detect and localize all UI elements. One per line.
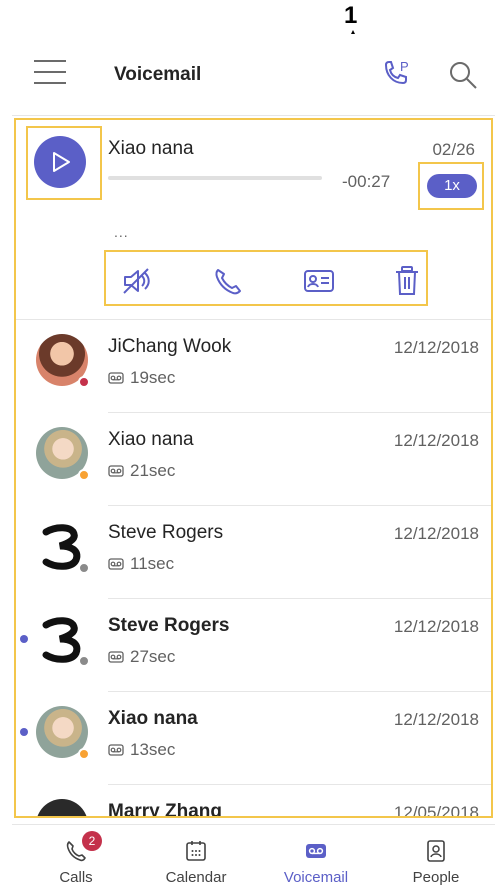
hamburger-icon[interactable]: [34, 60, 66, 86]
nav-calls[interactable]: 2 Calls: [16, 825, 136, 894]
duration-text: 13sec: [130, 740, 176, 759]
app-window: Voicemail P Xiao nana 02/26 -00:27 1x ..…: [12, 34, 495, 894]
more-ellipsis[interactable]: ...: [114, 224, 129, 240]
caller-name: Xiao nana: [108, 429, 194, 450]
voicemail-date: 12/12/2018: [393, 617, 479, 636]
caller-name: Xiao nana: [108, 708, 198, 729]
duration-text: 21sec: [130, 461, 176, 480]
voicemail-date: 12/05/2018: [393, 803, 479, 818]
duration-text: 11sec: [130, 554, 175, 573]
app-header: Voicemail P: [12, 34, 495, 116]
voicemail-duration: 21sec: [108, 461, 175, 482]
voicemail-duration: 13sec: [108, 740, 175, 761]
voicemail-date: 02/26: [432, 140, 475, 159]
list-item[interactable]: Xiao nana 12/12/2018 21sec: [16, 413, 491, 506]
voicemail-icon: [108, 648, 124, 668]
voicemail-icon: [108, 555, 124, 575]
avatar: [36, 799, 88, 816]
status-away-dot: [78, 748, 90, 760]
nav-label: Calendar: [165, 869, 227, 886]
speaker-muted-icon[interactable]: [120, 264, 154, 298]
voicemail-expanded-item[interactable]: Xiao nana 02/26 -00:27 1x ...: [16, 120, 491, 320]
voicemail-icon: [108, 369, 124, 389]
list-item[interactable]: Marry Zhang 12/05/2018: [16, 785, 491, 818]
voicemail-date: 12/12/2018: [393, 710, 479, 729]
phone-icon[interactable]: [210, 264, 244, 298]
voicemail-date: 12/12/2018: [393, 338, 479, 357]
voicemail-duration: 11sec: [108, 554, 174, 575]
voicemail-duration: 27sec: [108, 647, 175, 668]
status-away-dot: [78, 469, 90, 481]
svg-text:P: P: [400, 59, 409, 74]
duration-text: 27sec: [130, 647, 176, 666]
status-busy-dot: [78, 376, 90, 388]
voicemail-caller-name: Xiao nana: [108, 138, 194, 159]
unread-indicator: [20, 635, 28, 643]
nav-label: People: [412, 869, 460, 886]
voicemail-duration: 19sec: [108, 368, 175, 389]
calls-badge: 2: [82, 831, 102, 851]
voicemail-icon: [108, 462, 124, 482]
caller-name: Steve Rogers: [108, 522, 224, 543]
voicemail-date: 12/12/2018: [393, 524, 479, 543]
delete-icon[interactable]: [390, 264, 424, 298]
voicemail-list-region: Xiao nana 02/26 -00:27 1x ... JiChang Wo…: [14, 118, 493, 818]
voicemail-icon: [304, 839, 328, 863]
status-offline-dot: [78, 562, 90, 574]
search-icon[interactable]: [448, 60, 478, 95]
list-item[interactable]: Xiao nana 12/12/2018 13sec: [16, 692, 491, 785]
nav-label: Voicemail: [283, 869, 349, 886]
page-title: Voicemail: [114, 64, 202, 85]
nav-label: Calls: [59, 869, 93, 886]
play-icon: [53, 152, 70, 172]
nav-calendar[interactable]: Calendar: [136, 825, 256, 894]
playback-progress-bar[interactable]: [108, 176, 322, 180]
voicemail-date: 12/12/2018: [393, 431, 479, 450]
people-icon: [424, 839, 448, 863]
voicemail-icon: [108, 741, 124, 761]
caller-name: JiChang Wook: [108, 336, 232, 357]
callout-1: 1: [344, 2, 358, 29]
duration-text: 19sec: [130, 368, 176, 387]
play-button[interactable]: [34, 136, 86, 188]
status-offline-dot: [78, 655, 90, 667]
list-item[interactable]: Steve Rogers 12/12/2018 11sec: [16, 506, 491, 599]
caller-name: Steve Rogers: [108, 615, 230, 636]
call-park-icon[interactable]: P: [380, 58, 414, 95]
list-item[interactable]: Steve Rogers 12/12/2018 27sec: [16, 599, 491, 692]
unread-indicator: [20, 728, 28, 736]
remaining-time: -00:27: [342, 172, 391, 191]
nav-people[interactable]: People: [376, 825, 495, 894]
action-row: [104, 250, 428, 306]
bottom-navigation: 2 Calls Calendar Voicemail People: [12, 824, 495, 894]
contact-card-icon[interactable]: [302, 264, 336, 298]
playback-speed-button[interactable]: 1x: [427, 174, 477, 198]
calendar-icon: [184, 839, 208, 863]
caller-name: Marry Zhang: [108, 801, 223, 818]
nav-voicemail[interactable]: Voicemail: [256, 825, 376, 894]
list-item[interactable]: JiChang Wook 12/12/2018 19sec: [16, 320, 491, 413]
